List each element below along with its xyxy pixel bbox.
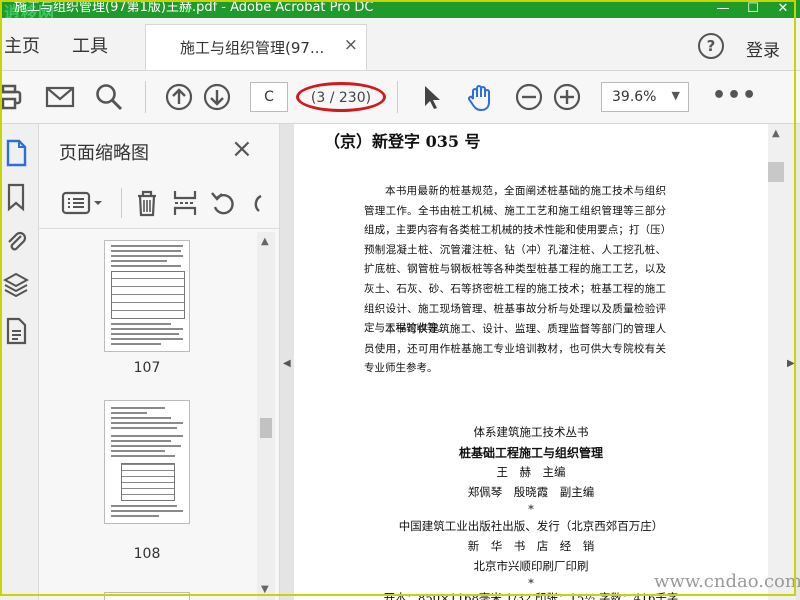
- screenshot-frame: [0, 0, 796, 596]
